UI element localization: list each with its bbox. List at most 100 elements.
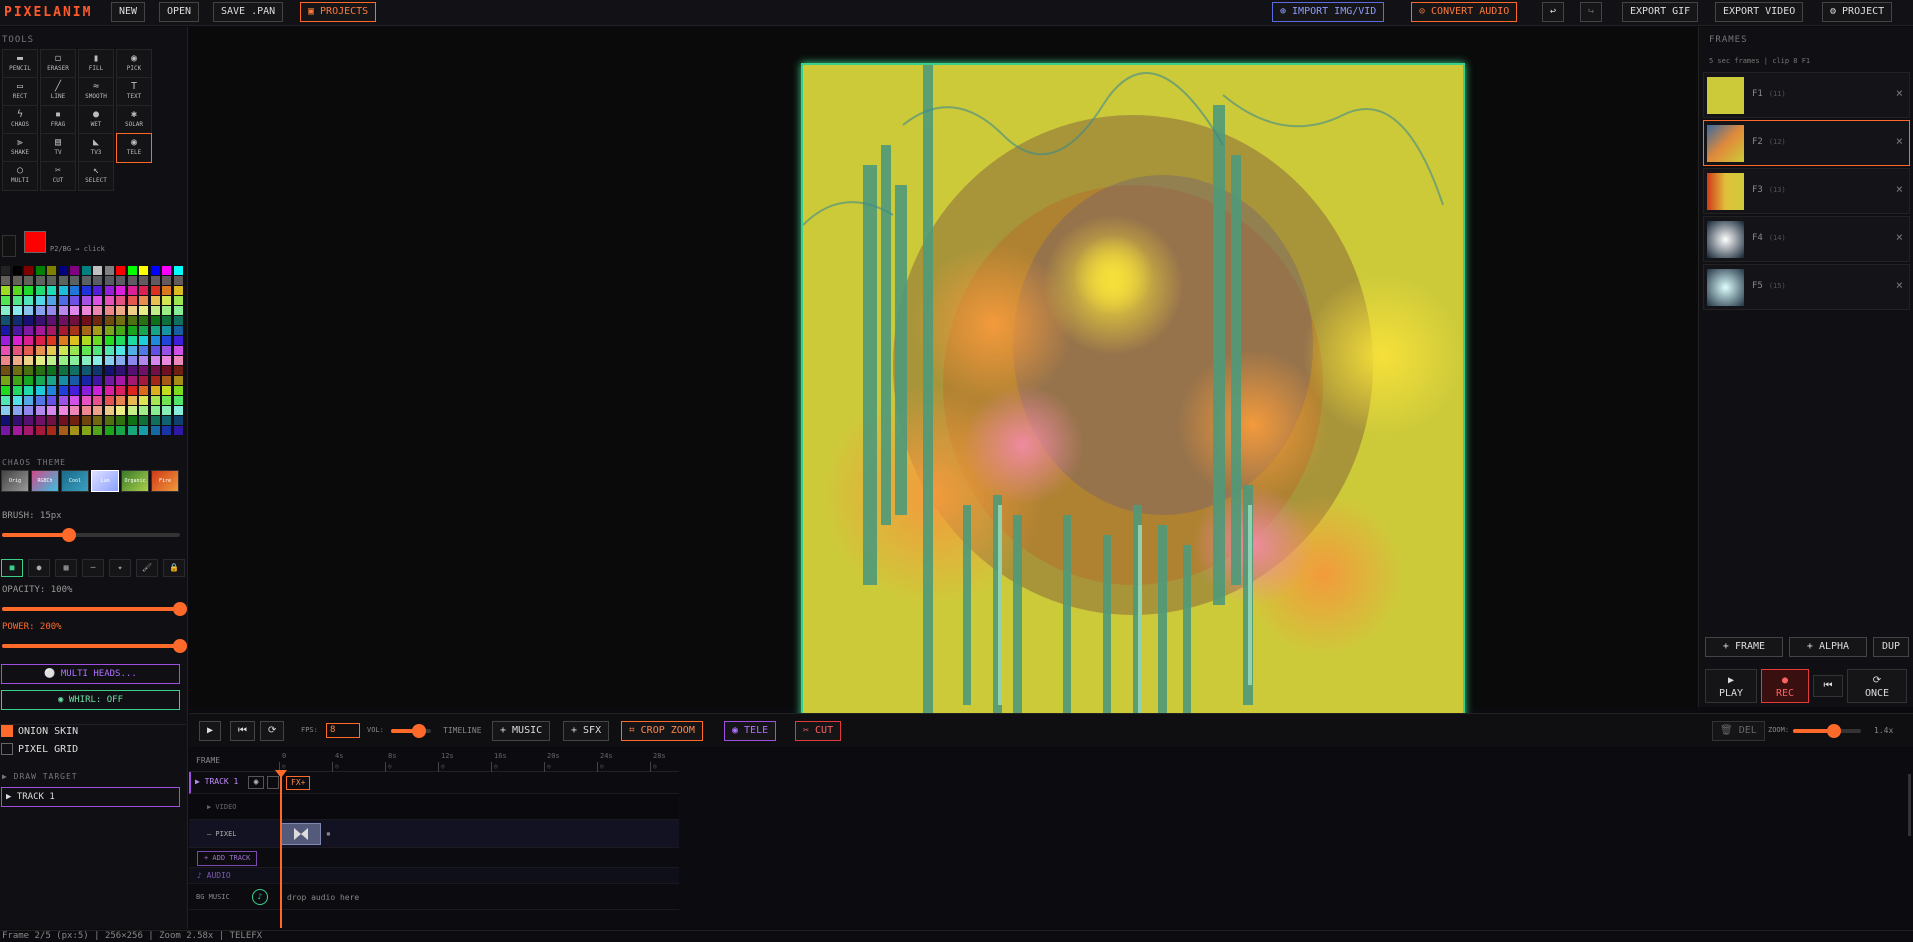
palette-swatch[interactable] bbox=[139, 406, 148, 415]
palette-swatch[interactable] bbox=[104, 376, 114, 385]
palette-swatch[interactable] bbox=[104, 286, 114, 295]
fg-color-swatch[interactable] bbox=[24, 231, 46, 253]
palette-swatch[interactable] bbox=[150, 286, 160, 295]
onion-skin-checkbox[interactable] bbox=[1, 725, 13, 737]
power-knob[interactable] bbox=[173, 639, 187, 653]
tool-tele[interactable]: ◉ TELE bbox=[116, 133, 152, 163]
palette-swatch[interactable] bbox=[12, 266, 22, 275]
palette-swatch[interactable] bbox=[162, 386, 171, 395]
palette-swatch[interactable] bbox=[104, 366, 114, 375]
whirl-button[interactable]: ◉ WHIRL: OFF bbox=[1, 690, 180, 710]
tool-text[interactable]: T TEXT bbox=[116, 77, 152, 107]
chaos-theme-rgbch[interactable]: RGBCh bbox=[31, 470, 59, 492]
palette-swatch[interactable] bbox=[127, 416, 137, 425]
palette-swatch[interactable] bbox=[81, 426, 91, 435]
palette-swatch[interactable] bbox=[1, 336, 10, 345]
add-sfx-button[interactable]: + SFX bbox=[563, 721, 610, 741]
palette-swatch[interactable] bbox=[58, 366, 68, 375]
palette-swatch[interactable] bbox=[104, 306, 114, 315]
bg-color-swatch[interactable] bbox=[2, 235, 16, 257]
palette-swatch[interactable] bbox=[93, 386, 102, 395]
brush-size-knob[interactable] bbox=[61, 528, 76, 542]
palette-swatch[interactable] bbox=[35, 366, 45, 375]
export-video-button[interactable]: EXPORT VIDEO bbox=[1715, 2, 1804, 22]
palette-swatch[interactable] bbox=[58, 336, 68, 345]
palette-swatch[interactable] bbox=[150, 386, 160, 395]
palette-swatch[interactable] bbox=[150, 396, 160, 405]
palette-swatch[interactable] bbox=[104, 326, 114, 335]
palette-swatch[interactable] bbox=[127, 366, 137, 375]
timeline-play-button[interactable]: ▶ bbox=[199, 721, 222, 741]
palette-swatch[interactable] bbox=[127, 346, 137, 355]
tool-multi[interactable]: ○ MULTI bbox=[2, 161, 38, 191]
undo-button[interactable]: ↩ bbox=[1542, 2, 1565, 22]
palette-swatch[interactable] bbox=[47, 296, 56, 305]
palette-swatch[interactable] bbox=[12, 336, 22, 345]
palette-swatch[interactable] bbox=[162, 286, 171, 295]
first-frame-button[interactable]: ⏮ bbox=[1813, 675, 1843, 697]
palette-swatch[interactable] bbox=[162, 406, 171, 415]
chaos-theme-lum[interactable]: Lum bbox=[91, 470, 119, 492]
brush-shape-4[interactable]: ✦ bbox=[109, 559, 131, 577]
palette-swatch[interactable] bbox=[47, 336, 56, 345]
palette-swatch[interactable] bbox=[150, 316, 160, 325]
palette-swatch[interactable] bbox=[47, 306, 56, 315]
palette-swatch[interactable] bbox=[47, 406, 56, 415]
palette-swatch[interactable] bbox=[139, 306, 148, 315]
power-slider[interactable] bbox=[2, 639, 187, 653]
palette-swatch[interactable] bbox=[35, 346, 45, 355]
multi-heads-button[interactable]: ⚪ MULTI HEADS... bbox=[1, 664, 180, 684]
palette-swatch[interactable] bbox=[70, 426, 79, 435]
palette-swatch[interactable] bbox=[12, 276, 22, 285]
palette-swatch[interactable] bbox=[104, 266, 114, 275]
palette-swatch[interactable] bbox=[81, 286, 91, 295]
palette-swatch[interactable] bbox=[58, 426, 68, 435]
palette-swatch[interactable] bbox=[35, 276, 45, 285]
palette-swatch[interactable] bbox=[162, 326, 171, 335]
palette-swatch[interactable] bbox=[81, 386, 91, 395]
palette-swatch[interactable] bbox=[93, 326, 102, 335]
palette-swatch[interactable] bbox=[70, 326, 79, 335]
palette-swatch[interactable] bbox=[173, 306, 183, 315]
palette-swatch[interactable] bbox=[47, 326, 56, 335]
palette-swatch[interactable] bbox=[104, 426, 114, 435]
drawing-canvas[interactable] bbox=[801, 63, 1465, 727]
tool-select[interactable]: ↖ SELECT bbox=[78, 161, 114, 191]
cut-button[interactable]: ✂ CUT bbox=[795, 721, 842, 741]
chaos-theme-fire[interactable]: Fire bbox=[151, 470, 179, 492]
palette-swatch[interactable] bbox=[1, 316, 10, 325]
palette-swatch[interactable] bbox=[24, 416, 33, 425]
track-visibility-icon[interactable]: ◉ bbox=[248, 776, 264, 789]
palette-swatch[interactable] bbox=[116, 426, 125, 435]
palette-swatch[interactable] bbox=[104, 276, 114, 285]
brush-shape-3[interactable]: ─ bbox=[82, 559, 104, 577]
frame-item[interactable]: F5 (15) × bbox=[1703, 264, 1910, 310]
brush-size-slider[interactable] bbox=[2, 528, 180, 542]
palette-swatch[interactable] bbox=[150, 276, 160, 285]
palette-swatch[interactable] bbox=[81, 266, 91, 275]
tele-button[interactable]: ◉ TELE bbox=[724, 721, 777, 741]
palette-swatch[interactable] bbox=[1, 426, 10, 435]
palette-swatch[interactable] bbox=[173, 346, 183, 355]
palette-swatch[interactable] bbox=[173, 426, 183, 435]
opacity-slider[interactable] bbox=[2, 602, 187, 616]
palette-swatch[interactable] bbox=[58, 286, 68, 295]
palette-swatch[interactable] bbox=[139, 386, 148, 395]
palette-swatch[interactable] bbox=[70, 416, 79, 425]
palette-swatch[interactable] bbox=[93, 296, 102, 305]
palette-swatch[interactable] bbox=[1, 286, 10, 295]
tool-rect[interactable]: ▭ RECT bbox=[2, 77, 38, 107]
palette-swatch[interactable] bbox=[1, 406, 10, 415]
brush-shape-1[interactable]: ● bbox=[28, 559, 50, 577]
palette-swatch[interactable] bbox=[70, 266, 79, 275]
palette-swatch[interactable] bbox=[81, 396, 91, 405]
palette-swatch[interactable] bbox=[139, 396, 148, 405]
timeline-scrollbar[interactable] bbox=[1908, 774, 1911, 836]
palette-swatch[interactable] bbox=[81, 336, 91, 345]
palette-swatch[interactable] bbox=[81, 366, 91, 375]
palette-swatch[interactable] bbox=[58, 266, 68, 275]
rewind-button[interactable]: ⏮ bbox=[230, 721, 255, 741]
palette-swatch[interactable] bbox=[139, 416, 148, 425]
tool-pick[interactable]: ◉ PICK bbox=[116, 49, 152, 79]
tool-line[interactable]: ╱ LINE bbox=[40, 77, 76, 107]
